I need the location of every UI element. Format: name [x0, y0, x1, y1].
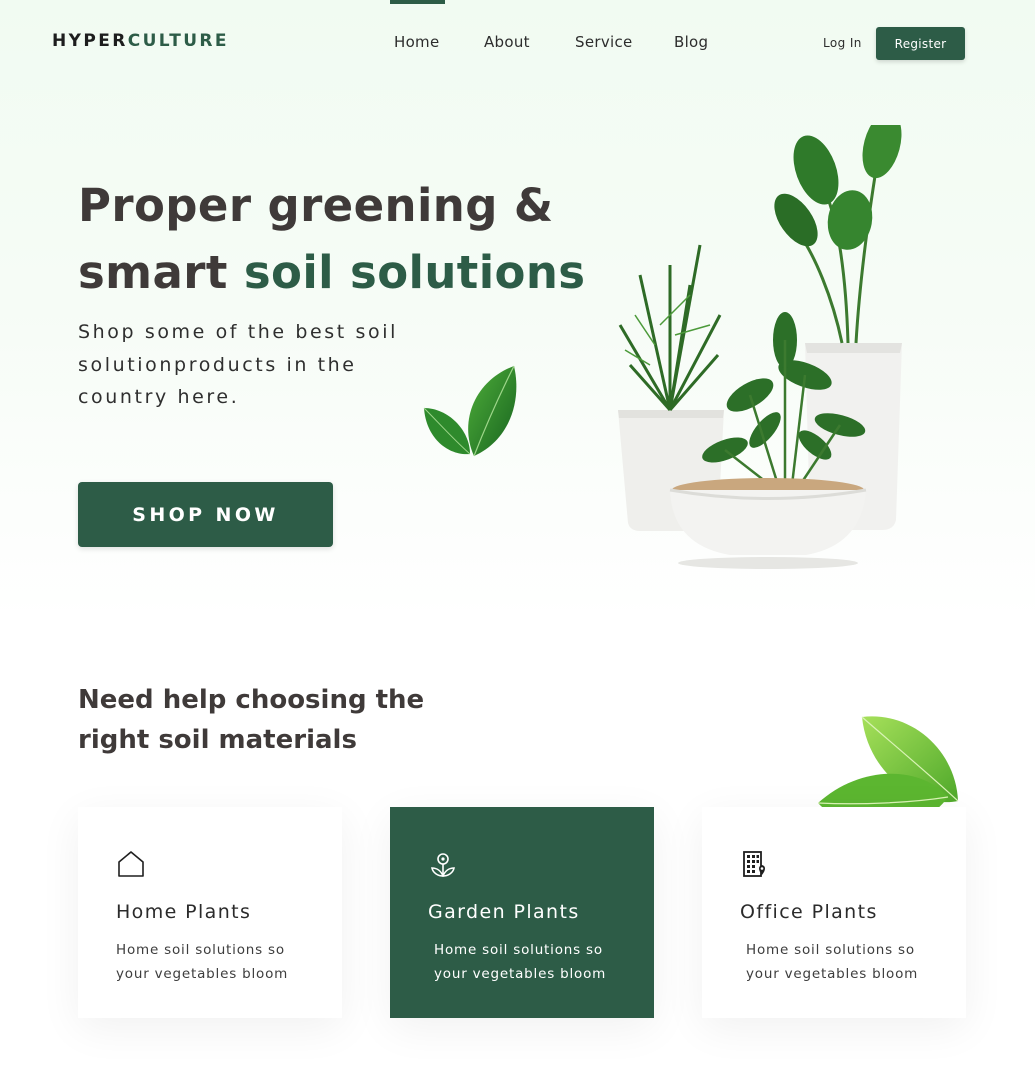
house-icon [118, 851, 144, 877]
hero-title-line2-green: soil solutions [243, 246, 586, 299]
card-title: Office Plants [740, 901, 878, 923]
logo-text-hyper: HYPER [52, 31, 128, 51]
help-section-title: Need help choosing the right soil materi… [78, 685, 425, 755]
login-link[interactable]: Log In [823, 36, 862, 50]
card-description: Home soil solutions so your vegetables b… [746, 942, 919, 982]
hero-title: Proper greening & smart soil solutions [78, 172, 598, 306]
nav-active-indicator [390, 0, 445, 4]
top-nav: HYPERCULTURE Home About Service Blog Log… [0, 0, 1035, 84]
hero-title-line1: Proper greening & [78, 179, 554, 232]
register-button[interactable]: Register [876, 27, 965, 60]
hero-title-line2-plain: smart [78, 246, 244, 299]
leaf-decoration-small [423, 365, 517, 457]
card-title: Garden Plants [428, 901, 580, 923]
card-home-plants[interactable]: Home Plants Home soil solutions so your … [78, 807, 342, 1018]
hero-subtitle: Shop some of the best soil solutionprodu… [78, 321, 398, 408]
nav-link-service[interactable]: Service [575, 33, 633, 51]
card-description: Home soil solutions so your vegetables b… [434, 942, 607, 982]
nav-link-about[interactable]: About [484, 33, 530, 51]
brand-logo[interactable]: HYPERCULTURE [52, 31, 229, 51]
logo-text-culture: CULTURE [127, 31, 229, 51]
card-garden-plants[interactable]: Garden Plants Home soil solutions so you… [390, 807, 654, 1018]
shop-now-button[interactable]: SHOP NOW [78, 482, 333, 547]
card-description: Home soil solutions so your vegetables b… [116, 942, 289, 982]
flower-icon [431, 853, 455, 877]
card-title: Home Plants [116, 901, 252, 923]
card-office-plants[interactable]: Office Plants Home soil solutions so you… [702, 807, 966, 1018]
potted-plants-image [618, 125, 902, 569]
nav-link-blog[interactable]: Blog [674, 33, 708, 51]
nav-link-home[interactable]: Home [394, 33, 440, 51]
office-building-icon [743, 851, 765, 877]
